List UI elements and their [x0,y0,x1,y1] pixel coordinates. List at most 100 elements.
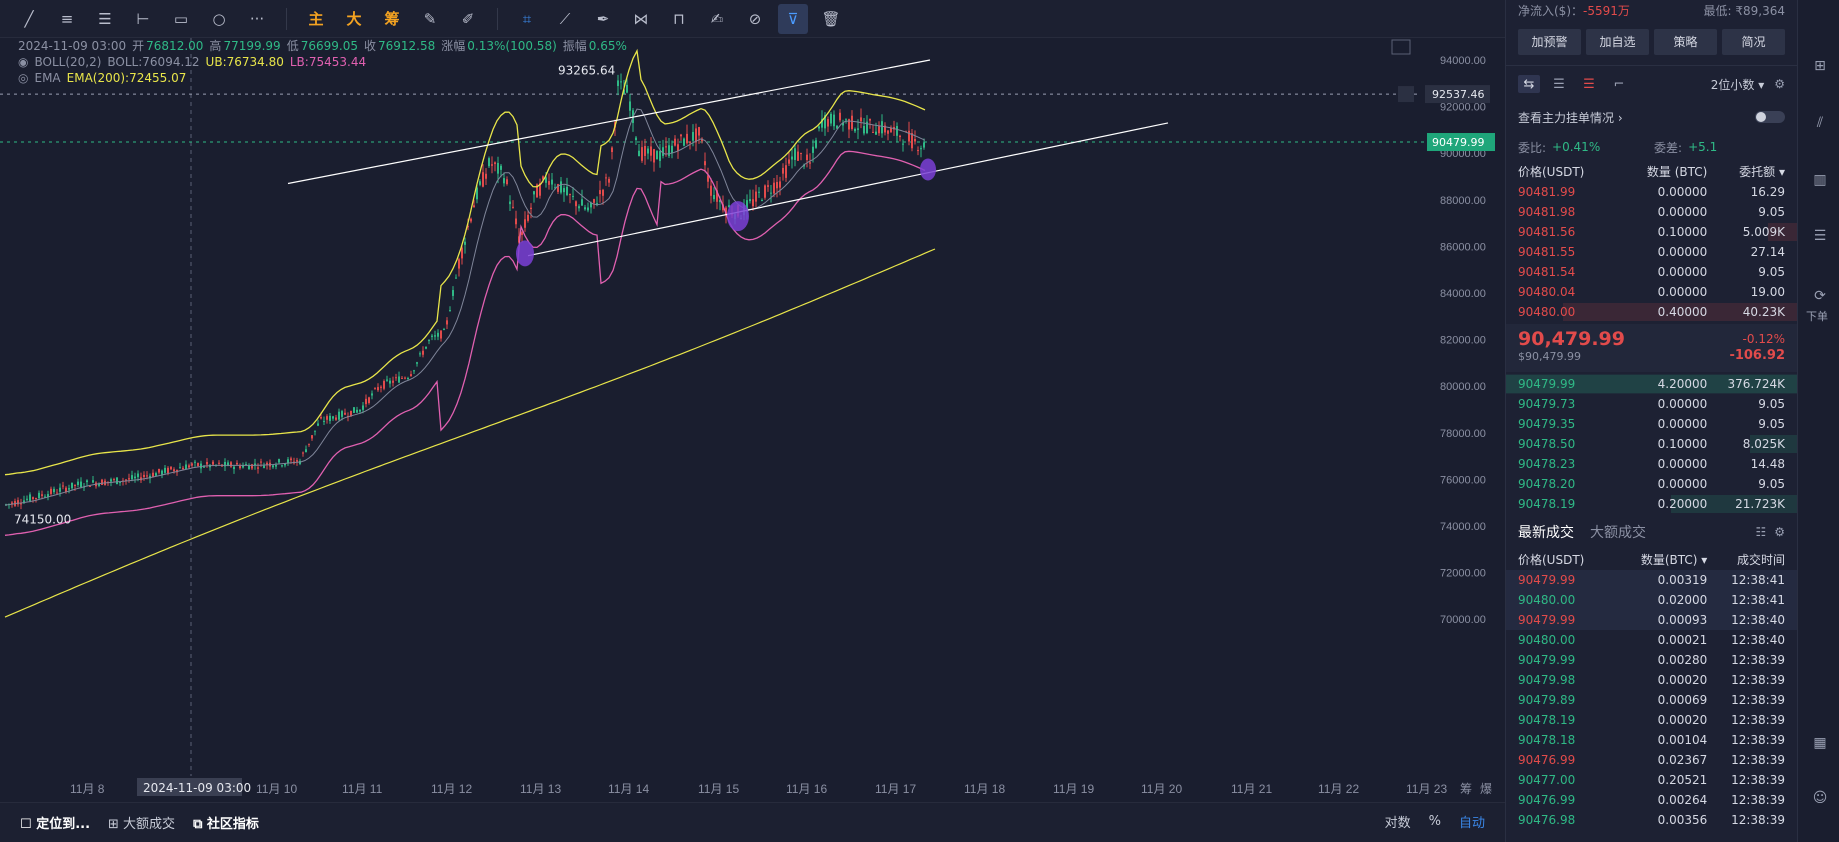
candle-body [86,480,88,483]
book-asks-icon[interactable]: ☰ [1578,75,1600,93]
auto-scale-button[interactable]: 自动 [1459,812,1485,831]
trade-time: 12:38:40 [1731,613,1785,627]
candle-body [713,195,715,200]
trades-header-qty[interactable]: 数量(BTC) ▾ [1628,550,1707,570]
book-bids-icon[interactable]: ⌐ [1608,75,1630,93]
boll-eye-icon[interactable]: ◉ [18,54,28,70]
main-indicator-button[interactable]: 主 [301,4,331,34]
pattern-icon[interactable]: ⋈ [626,4,656,34]
bid-row[interactable]: 90478.50 0.10000 8.025K [1506,434,1797,454]
candle-body [479,181,481,185]
add-watchlist-button[interactable]: 加自选 [1586,29,1649,55]
main-orders-toggle[interactable] [1755,111,1785,123]
order-label[interactable]: 下单 [1806,308,1828,324]
boll-row: ◉ BOLL(20,2) BOLL:76094.12 UB:76734.80 L… [18,54,627,70]
list-icon[interactable]: ☰ [1810,228,1830,246]
book-both-icon[interactable]: ⇆ [1518,75,1540,93]
book-header-value[interactable]: 委托额 ▾ [1707,162,1785,182]
overview-button[interactable]: 简况 [1722,29,1785,55]
fib-tool-icon[interactable]: ☰ [90,4,120,34]
order-icon[interactable]: ⟳ [1810,288,1830,306]
add-alert-button[interactable]: 加预警 [1518,29,1581,55]
locate-button[interactable]: ☐ 定位到... [20,813,90,832]
edit-tool-icon[interactable]: ✎ [415,4,445,34]
candle-body [809,162,811,164]
ask-row[interactable]: 90481.98 0.00000 9.05 [1506,202,1797,222]
bid-row[interactable]: 90478.23 0.00000 14.48 [1506,454,1797,474]
more-icon[interactable]: ··· [242,4,272,34]
precision-select[interactable]: 2位小数 ▾ [1711,76,1764,93]
ask-row[interactable]: 90480.04 0.00000 19.00 [1506,282,1797,302]
percent-scale-button[interactable]: % [1429,814,1441,829]
boll-upper-band [4,48,926,476]
candle-body [188,465,190,468]
trash-icon[interactable]: 🗑 [816,4,846,34]
ellipse-icon[interactable]: ○ [204,4,234,34]
candle-body [59,487,61,492]
line-tool-icon[interactable]: ╱ [14,4,44,34]
brush-icon[interactable]: ✒ [588,4,618,34]
candle-body [449,310,451,312]
candle-body [509,201,511,205]
log-scale-button[interactable]: 对数 [1385,812,1411,831]
boll-name[interactable]: BOLL(20,2) [34,54,101,70]
parallel-tool-icon[interactable]: ≡ [52,4,82,34]
calculator-icon[interactable]: ▦ [1810,735,1830,753]
bid-row[interactable]: 90479.35 0.00000 9.05 [1506,414,1797,434]
crop-tool-icon[interactable]: ⌗ [512,4,542,34]
filter-icon[interactable]: ⊽ [778,3,808,34]
bid-qty: 0.00000 [1657,417,1708,431]
big-order-button[interactable]: 大 [339,4,369,34]
rectangle-icon[interactable]: ▭ [166,4,196,34]
candle-body [605,177,607,179]
settings-icon[interactable]: ⚙ [1774,77,1785,91]
bid-row[interactable]: 90479.99 4.20000 376.724K [1506,374,1797,394]
chart-icon[interactable]: ⫽ [1810,115,1830,133]
candle-body [692,132,694,141]
pen-tool-icon[interactable]: ✐ [453,4,483,34]
candle-body [404,377,406,379]
ask-value: 19.00 [1750,285,1785,299]
bid-row[interactable]: 90478.19 0.20000 21.723K [1506,494,1797,514]
strategy-button[interactable]: 策略 [1654,29,1717,55]
ask-row[interactable]: 90481.56 0.10000 5.009K [1506,222,1797,242]
lock-icon[interactable]: ⊓ [664,4,694,34]
candle-body [464,241,466,245]
main-orders-link[interactable]: 查看主力挂单情况 › [1518,109,1623,126]
tab-latest-trades[interactable]: 最新成交 [1518,522,1574,542]
bid-row[interactable]: 90479.73 0.00000 9.05 [1506,394,1797,414]
date-axis-label: 11月 8 [70,782,105,796]
ema-bell-icon[interactable]: ◎ [18,70,28,86]
ema-name[interactable]: EMA [34,70,60,86]
bid-value: 8.025K [1742,437,1785,451]
bid-value: 14.48 [1750,457,1785,471]
big-trades-button[interactable]: ⊞ 大额成交 [108,813,175,832]
grid-icon[interactable]: ⊞ [1810,58,1830,76]
bid-row[interactable]: 90478.20 0.00000 9.05 [1506,474,1797,494]
chips-button[interactable]: 筹 [377,4,407,34]
ruler-icon[interactable]: ⟋ [550,4,580,34]
ask-row[interactable]: 90481.54 0.00000 9.05 [1506,262,1797,282]
candle-body [128,478,130,480]
tab-big-trades[interactable]: 大额成交 [1590,522,1646,542]
precision-label: 2位小数 [1710,77,1755,92]
book-list-icon[interactable]: ☰ [1548,75,1570,93]
horizontal-line-icon[interactable]: ⊢ [128,4,158,34]
candle-body [779,181,781,188]
community-indicator-button[interactable]: ⧉ 社区指标 [193,813,259,832]
ask-row[interactable]: 90480.00 0.40000 40.23K [1506,302,1797,322]
bar-chart-icon[interactable]: ▥ [1810,172,1830,190]
robot-icon[interactable]: ☺ [1810,790,1830,808]
trade-price: 90479.99 [1518,653,1576,667]
chart-area[interactable]: ╱ ≡ ☰ ⊢ ▭ ○ ··· 主 大 筹 ✎ ✐ ⌗ ⟋ ✒ ⋈ ⊓ ✍ ⊘ … [0,0,1505,842]
trades-settings-icon[interactable]: ⚙ [1774,525,1785,539]
candle-body [230,462,232,467]
price-chart[interactable]: 94000.0092000.0090000.0088000.0086000.00… [0,38,1505,802]
ask-row[interactable]: 90481.99 0.00000 16.29 [1506,182,1797,202]
magnet-icon[interactable]: ⊘ [740,4,770,34]
ask-row[interactable]: 90481.55 0.00000 27.14 [1506,242,1797,262]
filter-list-icon[interactable]: ☷ [1755,525,1766,539]
candle-body [869,118,871,121]
candle-body [791,156,793,160]
note-icon[interactable]: ✍ [702,4,732,34]
